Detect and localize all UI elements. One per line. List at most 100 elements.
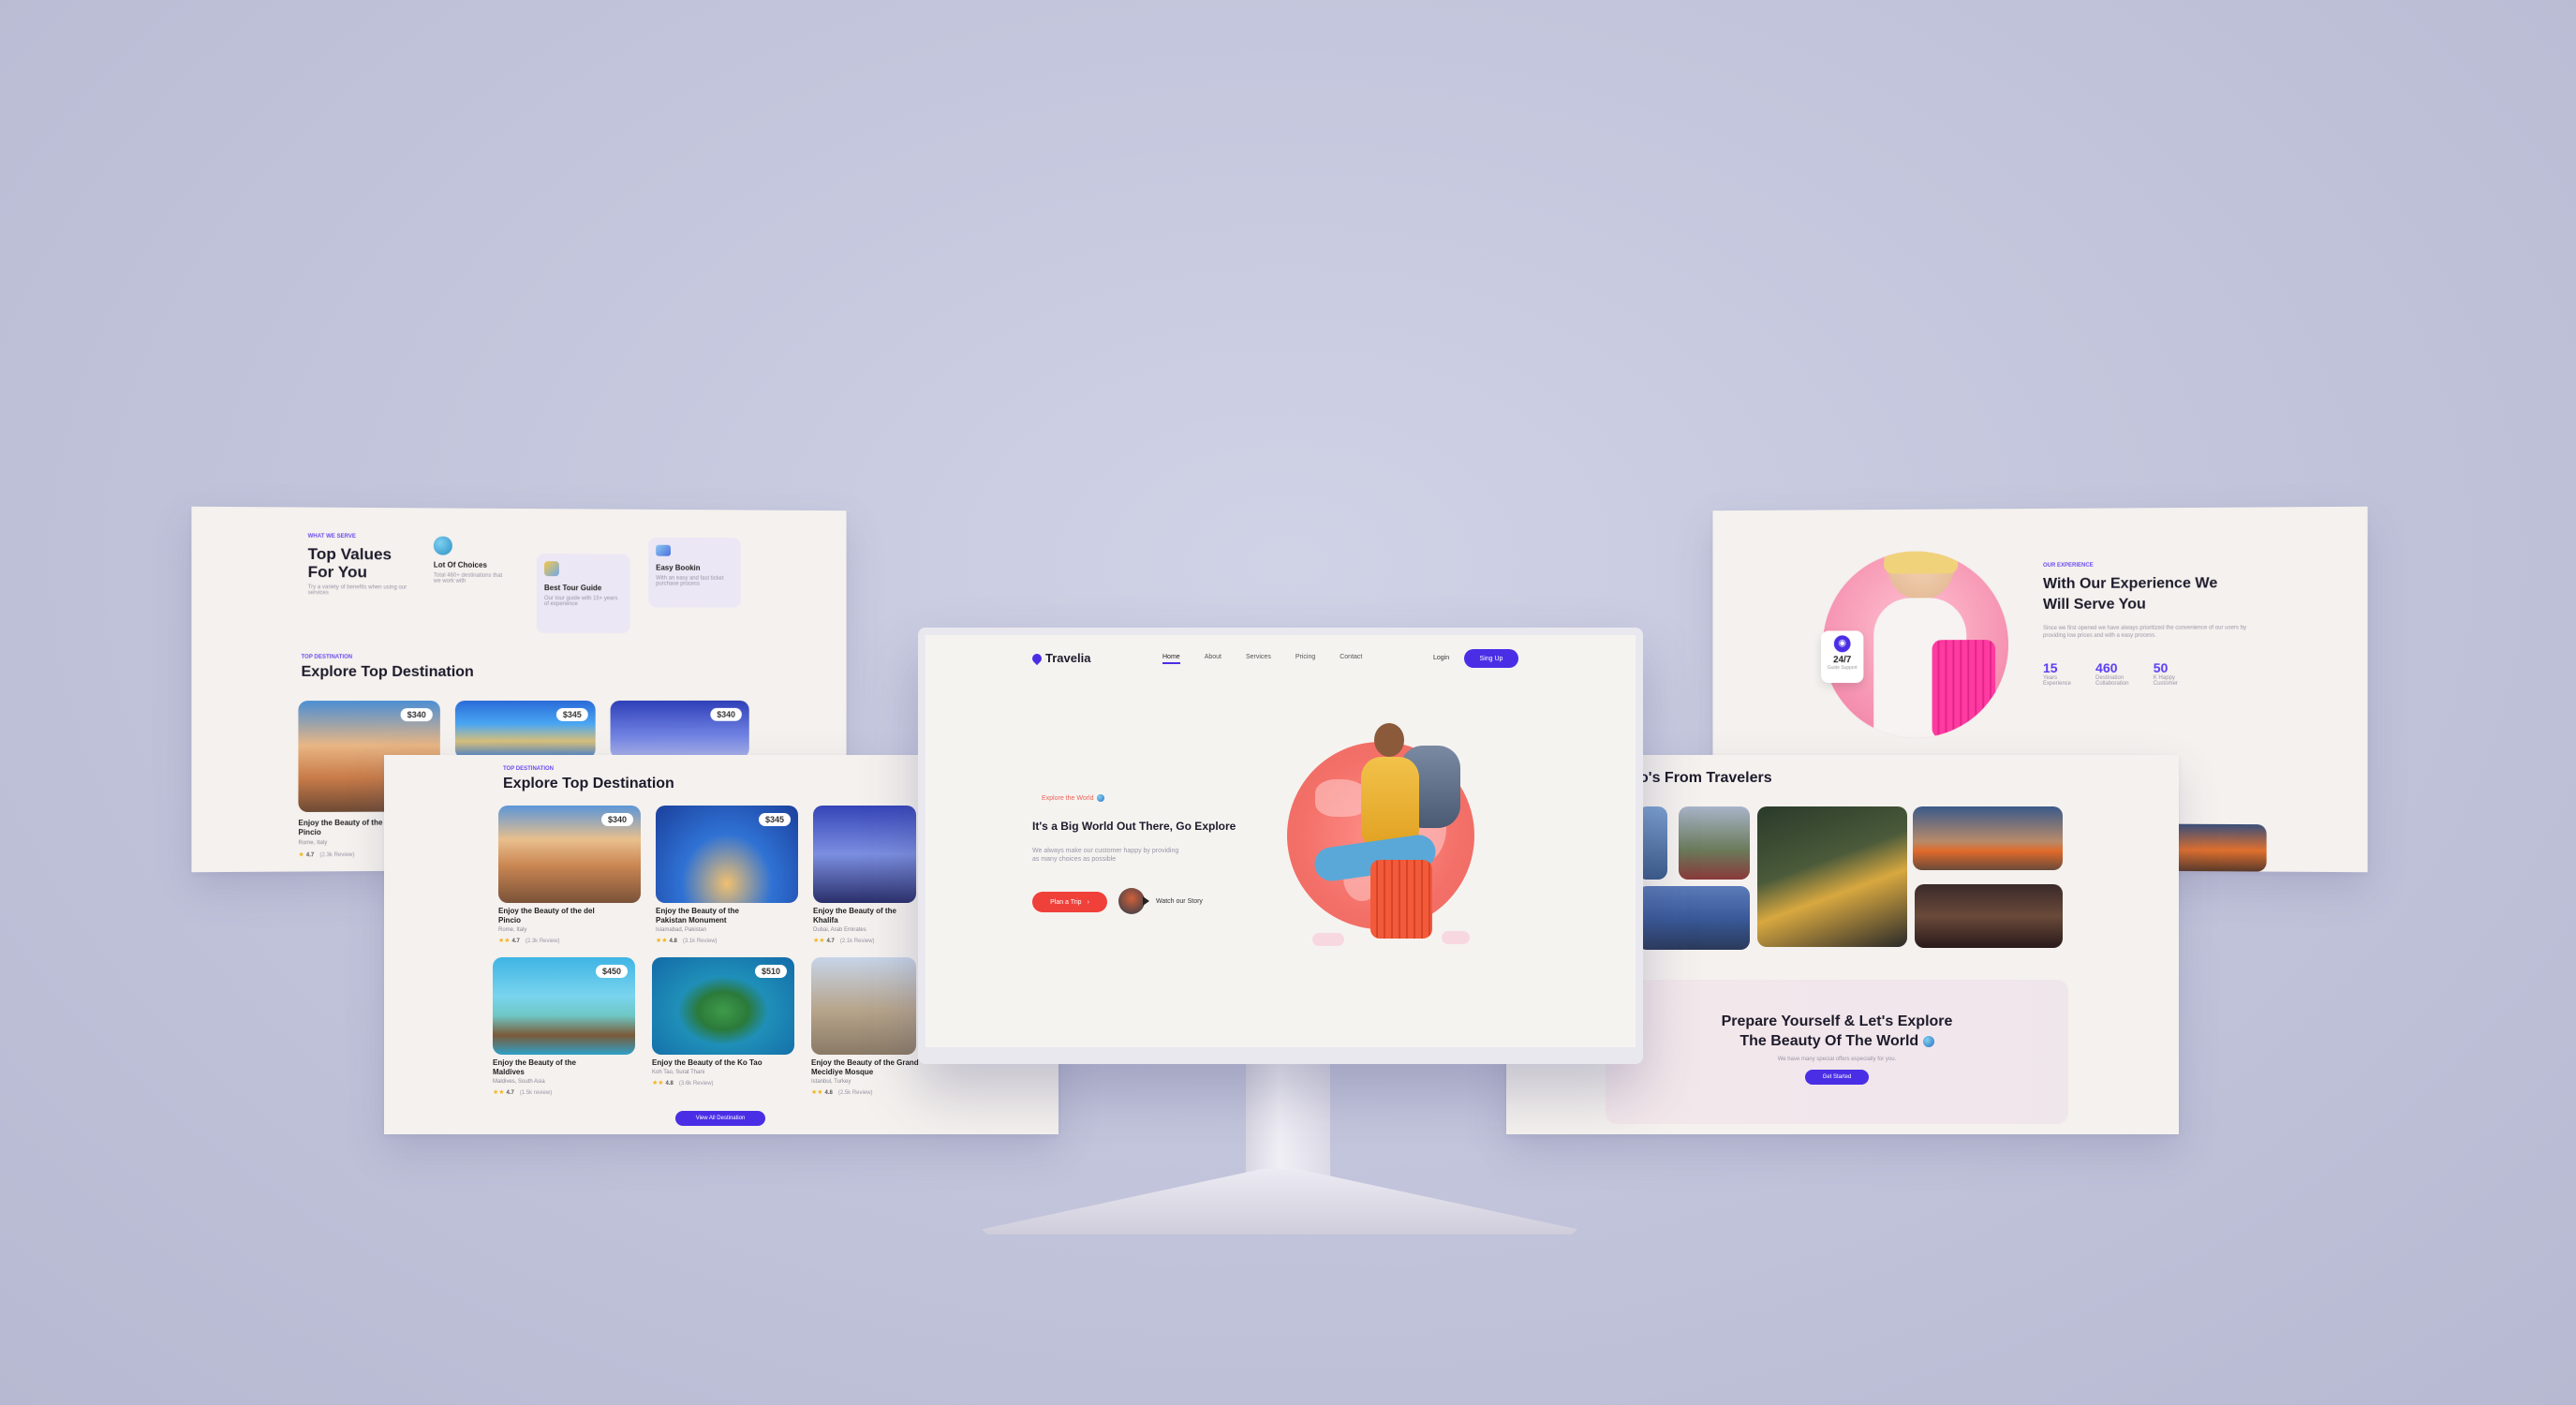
card-title-line: Enjoy the Beauty of the (298, 818, 383, 828)
watch-story-label: Watch our Story (1156, 897, 1203, 905)
stat: 50 K Happy Customer (2154, 660, 2178, 687)
hero-headline: It's a Big World Out There, Go Explore (1032, 820, 1236, 833)
dest-title: Explore Top Destination (503, 776, 674, 791)
monitor-screen: Travelia Home About Services Pricing Con… (925, 635, 1636, 1047)
plan-trip-button[interactable]: Plan a Trip › (1032, 892, 1107, 912)
card-title-line: Enjoy the Beauty of the Grand (811, 1058, 919, 1067)
nav-pricing[interactable]: Pricing (1295, 654, 1315, 664)
card-location: Maldives, South Asia (493, 1079, 545, 1085)
card-rating: ★★ 4.7 (2.1k Review) (813, 938, 875, 944)
hero-pill-text: Explore the World (1042, 794, 1094, 802)
values-desc: Try a variety of benefits when using our… (307, 584, 407, 597)
login-link[interactable]: Login (1433, 655, 1449, 661)
cta-title-line2: The Beauty Of The World (1740, 1033, 1919, 1049)
monitor-stand-base (982, 1169, 1577, 1235)
card-rating: ★★ 4.8 (3.1k Review) (656, 938, 718, 944)
gallery-photo[interactable] (1679, 806, 1750, 880)
nav-about[interactable]: About (1205, 654, 1221, 664)
destination-photo[interactable]: $340 (610, 700, 749, 759)
get-started-button[interactable]: Get Started (1805, 1070, 1869, 1085)
rating-value: 4.7 (826, 939, 835, 944)
traveler-figure (1295, 719, 1502, 991)
rating-value: 4.7 (511, 939, 520, 944)
dest-eyebrow: TOP DESTINATION (503, 766, 555, 772)
price-badge: $510 (754, 965, 787, 978)
card-title-line: Enjoy the Beauty of the (813, 907, 896, 915)
stat-label: Customer (2153, 680, 2178, 687)
destination-photo[interactable] (813, 806, 916, 903)
stat: 15 Years Experience (2043, 660, 2071, 687)
destination-photo[interactable]: $345 (656, 806, 798, 903)
experience-title-line2: Will Serve You (2042, 596, 2146, 613)
card-title: Enjoy the Beauty of the Pakistan Monumen… (656, 907, 739, 925)
experience-desc: Since we first opened we have always pri… (2042, 625, 2247, 639)
price-badge: $340 (710, 707, 742, 721)
rating-value: 4.8 (665, 1081, 674, 1087)
stat: 460 Destination Collaboration (2095, 660, 2128, 687)
nav-contact[interactable]: Contact (1340, 654, 1362, 664)
chevron-right-icon: › (1087, 898, 1089, 906)
gallery-photo[interactable] (1757, 806, 1907, 947)
review-count: (2.3k Review) (319, 852, 355, 859)
stats-row: 15 Years Experience 460 Destination Coll… (2043, 660, 2178, 687)
cta-title-line1: Prepare Yourself & Let's Explore (1721, 1013, 1953, 1029)
feature-card: Best Tour Guide Our tour guide with 15+ … (536, 554, 630, 634)
feature-desc: With an easy and fast ticket purchase pr… (656, 575, 724, 587)
signup-button[interactable]: Sing Up (1464, 649, 1518, 668)
dest-title: Explore Top Destination (301, 663, 474, 680)
review-count: (3.1k Review) (682, 939, 718, 944)
card-rating: ★ 4.7 (2.3k Review) (298, 851, 355, 859)
shoe (1442, 931, 1470, 944)
gallery-photo[interactable] (1913, 806, 2063, 870)
feature-desc: Our tour guide with 15+ years of experie… (543, 596, 618, 608)
play-icon (1143, 896, 1149, 906)
card-title: Enjoy the Beauty of the Grand Mecidiye M… (811, 1058, 919, 1077)
price-badge: $340 (600, 813, 633, 826)
destination-photo[interactable]: $345 (454, 700, 596, 760)
card-location: Rome, Italy (298, 840, 328, 847)
hero-desc-line2: as many choices as possible (1032, 856, 1117, 863)
review-count: (2.1k Review) (839, 939, 875, 944)
card-title-line: Pincio (498, 916, 522, 924)
nav-home[interactable]: Home (1162, 654, 1180, 664)
price-badge: $345 (758, 813, 791, 826)
rating-value: 4.8 (669, 939, 677, 944)
gallery-photo[interactable] (1637, 886, 1750, 950)
destination-photo[interactable]: $340 (498, 806, 641, 903)
card-title-line: Mecidiye Mosque (811, 1068, 874, 1076)
feature-card: Easy Bookin With an easy and fast ticket… (648, 537, 741, 608)
card-title: Enjoy the Beauty of the Ko Tao (652, 1058, 762, 1068)
support-label: Guide Support (1827, 665, 1858, 672)
stat-value: 460 (2095, 659, 2118, 675)
card-title-line: Pakistan Monument (656, 916, 727, 924)
stat-label: Collaboration (2095, 680, 2129, 687)
review-count: (1.5k review) (519, 1090, 553, 1096)
view-all-destination-button[interactable]: View All Destination (675, 1111, 765, 1126)
feature-title: Easy Bookin (656, 563, 701, 572)
logo[interactable]: Travelia (1029, 651, 1090, 665)
card-title-line: Enjoy the Beauty of the (656, 907, 739, 915)
destination-photo[interactable]: $450 (493, 957, 635, 1055)
price-badge: $345 (555, 707, 588, 721)
card-title-line: Enjoy the Beauty of the del (498, 907, 595, 915)
story-thumbnail (1118, 888, 1149, 914)
dest-eyebrow: TOP DESTINATION (301, 654, 353, 660)
gallery-photo[interactable] (1915, 884, 2063, 948)
nav-services[interactable]: Services (1246, 654, 1271, 664)
card-title-line: Enjoy the Beauty of the Ko Tao (652, 1058, 762, 1067)
hero-pill: Explore the World (1042, 794, 1105, 802)
rating-value: 4.7 (506, 1090, 514, 1096)
support-value: 24/7 (1833, 655, 1852, 666)
suitcase (1370, 860, 1432, 939)
values-title-line2: For You (307, 562, 367, 582)
watch-story-button[interactable]: Watch our Story (1118, 888, 1203, 914)
feature-desc: Total 460+ destinations that we work wit… (433, 572, 503, 584)
card-title: Enjoy the Beauty of the Khalifa (813, 907, 896, 925)
nav-links: Home About Services Pricing Contact (1162, 654, 1362, 664)
cta-title: Prepare Yourself & Let's Explore The Bea… (1606, 1012, 2068, 1051)
review-count: (2.3k Review) (525, 939, 560, 944)
values-eyebrow: WHAT WE SERVE (307, 533, 356, 540)
destination-photo[interactable] (811, 957, 916, 1055)
card-title-line: Pincio (298, 828, 321, 837)
destination-photo[interactable]: $510 (652, 957, 794, 1055)
